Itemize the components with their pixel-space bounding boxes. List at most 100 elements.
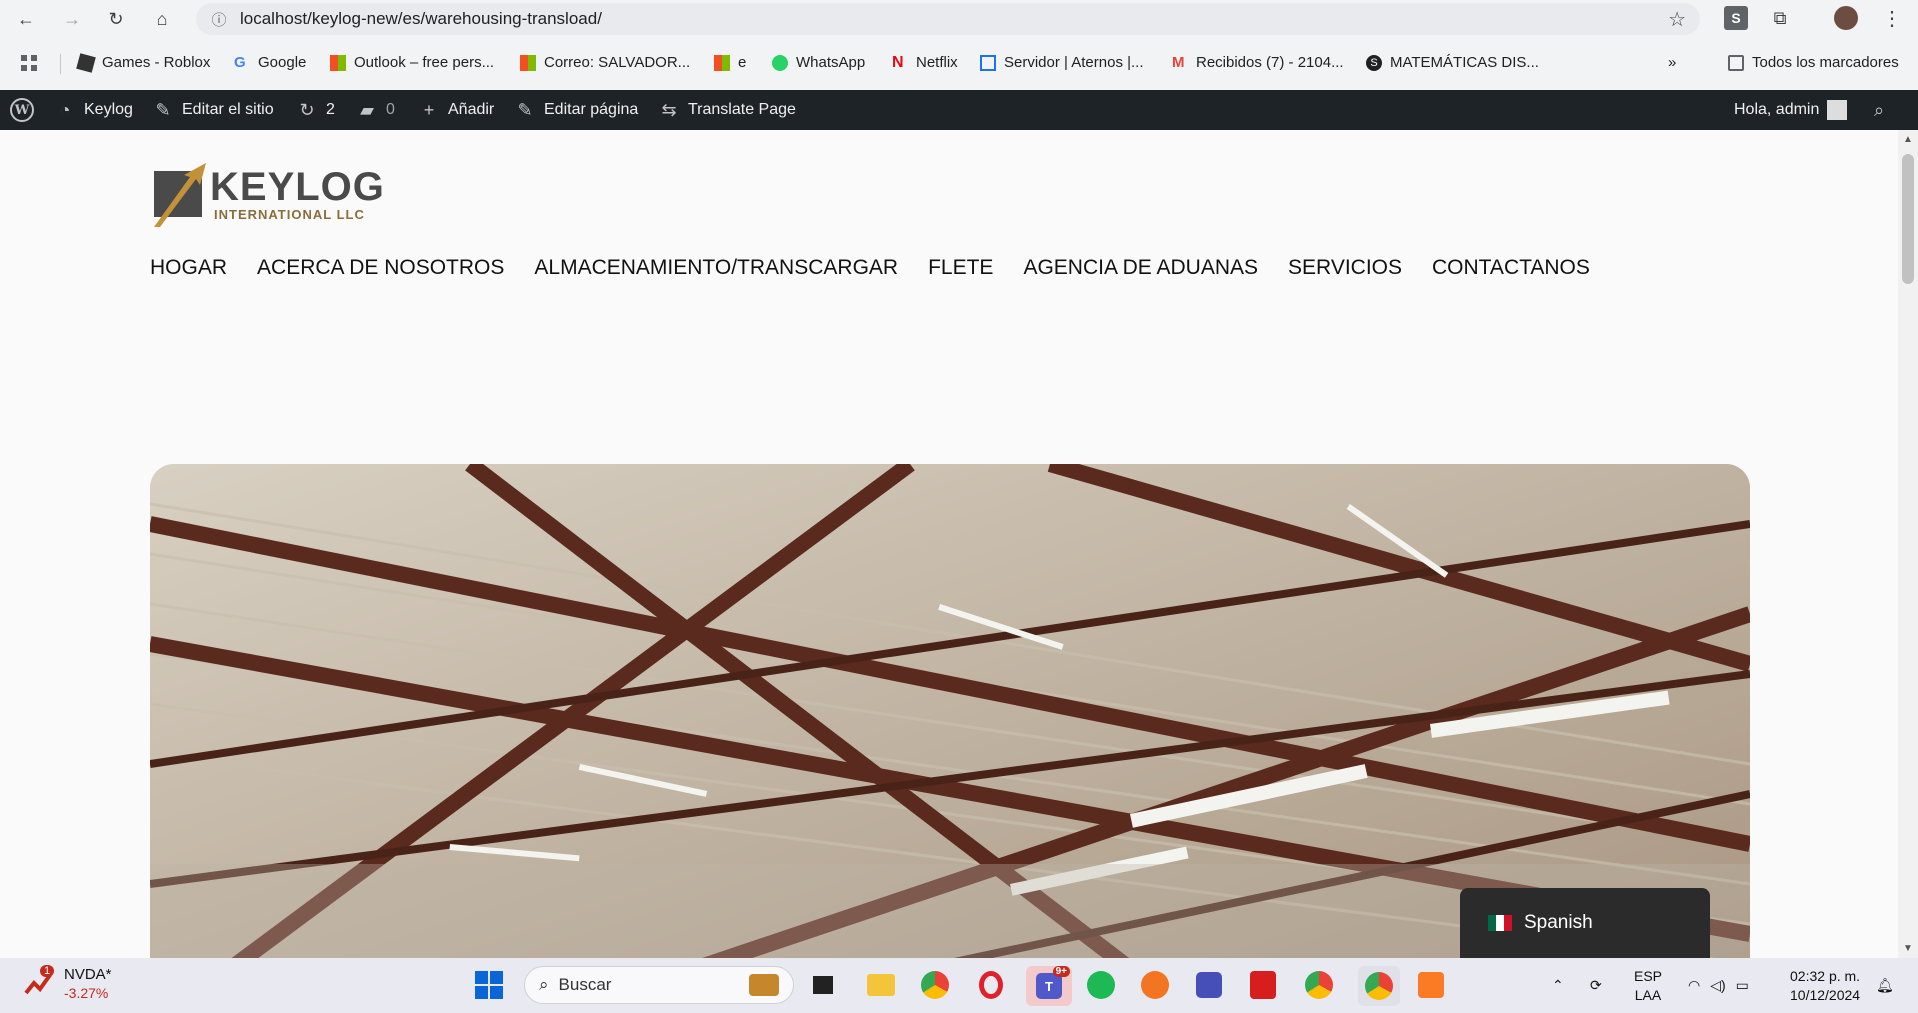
nav-item-contacto[interactable]: CONTACTANOS <box>1432 256 1590 280</box>
clock[interactable]: 02:32 p. m. 10/12/2024 <box>1790 958 1860 1013</box>
reload-icon[interactable]: ↻ <box>102 5 130 33</box>
translate-page-link[interactable]: ⇆ Translate Page <box>658 90 795 130</box>
teams-badge: 9+ <box>1052 966 1070 977</box>
microsoft-icon <box>520 54 536 71</box>
opera-icon[interactable] <box>974 968 1008 1002</box>
comments-link[interactable]: ▰ 0 <box>356 90 395 130</box>
avatar <box>1827 100 1848 120</box>
microsoft-icon <box>714 54 730 71</box>
url-text[interactable]: localhost/keylog-new/es/warehousing-tran… <box>240 9 602 29</box>
extensions-puzzle-icon[interactable]: ⧉ <box>1768 6 1792 30</box>
home-icon[interactable]: ⌂ <box>148 5 176 33</box>
pencil-icon: ✎ <box>517 99 533 120</box>
dashboard-icon: ◔ <box>59 99 71 120</box>
teams-icon[interactable]: T 9+ <box>1026 966 1072 1006</box>
gmail-icon: M <box>1172 53 1185 71</box>
bookmark-item[interactable]: WhatsApp <box>772 54 865 71</box>
volume-icon: ◁) <box>1710 977 1726 993</box>
input-language[interactable]: ESP LAA <box>1634 958 1662 1013</box>
whatsapp-icon <box>772 54 788 71</box>
stock-widget[interactable]: 1 NVDA* -3.27% <box>24 965 112 1002</box>
account-menu[interactable]: Hola, admin <box>1734 90 1848 130</box>
bookmark-item[interactable]: Games - Roblox <box>76 52 210 73</box>
scroll-up-icon[interactable]: ▲ <box>1903 134 1913 145</box>
hero-image-warehouse-roof <box>150 464 1750 958</box>
site-logo[interactable]: KEYLOG INTERNATIONAL LLC <box>150 157 410 229</box>
system-tray[interactable]: ◠ ◁) ▭ <box>1688 958 1749 1013</box>
forward-icon[interactable]: → <box>58 5 86 33</box>
tray-chevron-icon[interactable]: ⌃ <box>1552 958 1564 1013</box>
microsoft-icon <box>330 54 346 71</box>
taskbar-search[interactable]: ⌕ Buscar <box>524 966 794 1004</box>
xampp-icon[interactable] <box>1414 968 1448 1002</box>
search-icon[interactable]: ⌕ <box>1868 90 1890 130</box>
bookmark-item[interactable]: N Netflix <box>892 54 958 71</box>
wordpress-logo-icon[interactable]: W <box>10 90 34 130</box>
crunchyroll-icon[interactable] <box>1138 968 1172 1002</box>
updates-link[interactable]: ↻ 2 <box>296 90 334 130</box>
main-navigation: HOGAR ACERCA DE NOSOTROS ALMACENAMIENTO/… <box>150 256 1590 280</box>
scroll-down-icon[interactable]: ▼ <box>1903 943 1913 954</box>
notification-bell-icon[interactable]: 🔔︎ <box>1876 958 1894 1013</box>
edit-site-link[interactable]: ✎ Editar el sitio <box>152 90 273 130</box>
google-icon: G <box>234 53 246 71</box>
bookmark-item[interactable]: S MATEMÁTICAS DIS... <box>1366 54 1539 71</box>
search-icon: ⌕ <box>539 975 549 994</box>
mexico-flag-icon <box>1488 915 1512 931</box>
bookmark-item[interactable]: Correo: SALVADOR... <box>520 54 690 71</box>
chrome-icon[interactable] <box>918 968 952 1002</box>
address-bar[interactable]: ⓘ localhost/keylog-new/es/warehousing-tr… <box>196 3 1700 35</box>
task-view-icon[interactable] <box>806 968 840 1002</box>
search-placeholder: Buscar <box>558 975 612 994</box>
bookmark-item[interactable]: e <box>714 54 746 71</box>
edit-page-link[interactable]: ✎ Editar página <box>514 90 638 130</box>
bookmark-item[interactable]: Outlook – free pers... <box>330 54 494 71</box>
all-bookmarks-button[interactable]: Todos los marcadores <box>1728 54 1899 71</box>
sync-icon[interactable]: ⟳ <box>1590 958 1602 1013</box>
chrome-profile-icon[interactable] <box>1302 968 1336 1002</box>
lang-layout: LAA <box>1634 986 1662 1003</box>
extension-s-icon[interactable]: S <box>1724 6 1748 30</box>
logo-wordmark: KEYLOG <box>210 165 385 209</box>
nav-item-acerca[interactable]: ACERCA DE NOSOTROS <box>257 256 504 280</box>
site-info-icon[interactable]: ⓘ <box>204 9 234 30</box>
teams-classic-icon[interactable] <box>1192 968 1226 1002</box>
bookmark-item[interactable]: Servidor | Aternos |... <box>980 54 1144 71</box>
site-name-link[interactable]: ◔ Keylog <box>54 90 133 130</box>
bookmark-item[interactable]: G Google <box>234 54 306 71</box>
language-switcher[interactable]: Spanish <box>1460 888 1710 958</box>
bookmarks-bar: Games - Roblox G Google Outlook – free pe… <box>0 48 1918 78</box>
page-content: KEYLOG INTERNATIONAL LLC HOGAR ACERCA DE… <box>0 130 1898 958</box>
wp-admin-bar: W ◔ Keylog ✎ Editar el sitio ↻ 2 ▰ 0 + Añadir… <box>0 90 1918 130</box>
comment-icon: ▰ <box>360 99 374 120</box>
browser-toolbar: ← → ↻ ⌂ ⓘ localhost/keylog-new/es/wareho… <box>0 0 1918 90</box>
nav-item-servicios[interactable]: SERVICIOS <box>1288 256 1402 280</box>
file-explorer-icon[interactable] <box>864 968 898 1002</box>
stock-change: -3.27% <box>64 985 109 1001</box>
nav-item-flete[interactable]: FLETE <box>928 256 993 280</box>
brush-icon: ✎ <box>155 99 171 120</box>
clock-date: 10/12/2024 <box>1790 986 1861 1003</box>
netflix-icon: N <box>892 53 904 71</box>
bookmarks-separator <box>60 54 61 74</box>
browser-menu-icon[interactable]: ⋮ <box>1880 6 1904 30</box>
acrobat-icon[interactable] <box>1246 968 1280 1002</box>
nav-item-almacenamiento[interactable]: ALMACENAMIENTO/TRANSCARGAR <box>534 256 898 280</box>
bookmark-star-icon[interactable]: ☆ <box>1668 7 1686 32</box>
nav-item-hogar[interactable]: HOGAR <box>150 256 227 280</box>
scrollbar-thumb[interactable] <box>1902 154 1914 284</box>
language-label: Spanish <box>1524 912 1593 933</box>
stock-badge: 1 <box>40 965 55 977</box>
chrome-active-icon[interactable] <box>1358 966 1400 1006</box>
page-scrollbar[interactable]: ▲ ▼ <box>1898 130 1918 958</box>
bookmarks-overflow-icon[interactable]: » <box>1668 54 1676 71</box>
nav-item-aduanas[interactable]: AGENCIA DE ADUANAS <box>1023 256 1258 280</box>
back-icon[interactable]: ← <box>12 5 40 33</box>
translate-icon: ⇆ <box>661 99 677 120</box>
spotify-icon[interactable] <box>1084 968 1118 1002</box>
add-new-link[interactable]: + Añadir <box>418 90 495 130</box>
apps-grid-icon[interactable] <box>20 54 38 72</box>
profile-avatar[interactable] <box>1834 6 1858 30</box>
bookmark-item[interactable]: M Recibidos (7) - 2104... <box>1172 54 1344 71</box>
start-menu-icon[interactable] <box>474 970 504 1000</box>
